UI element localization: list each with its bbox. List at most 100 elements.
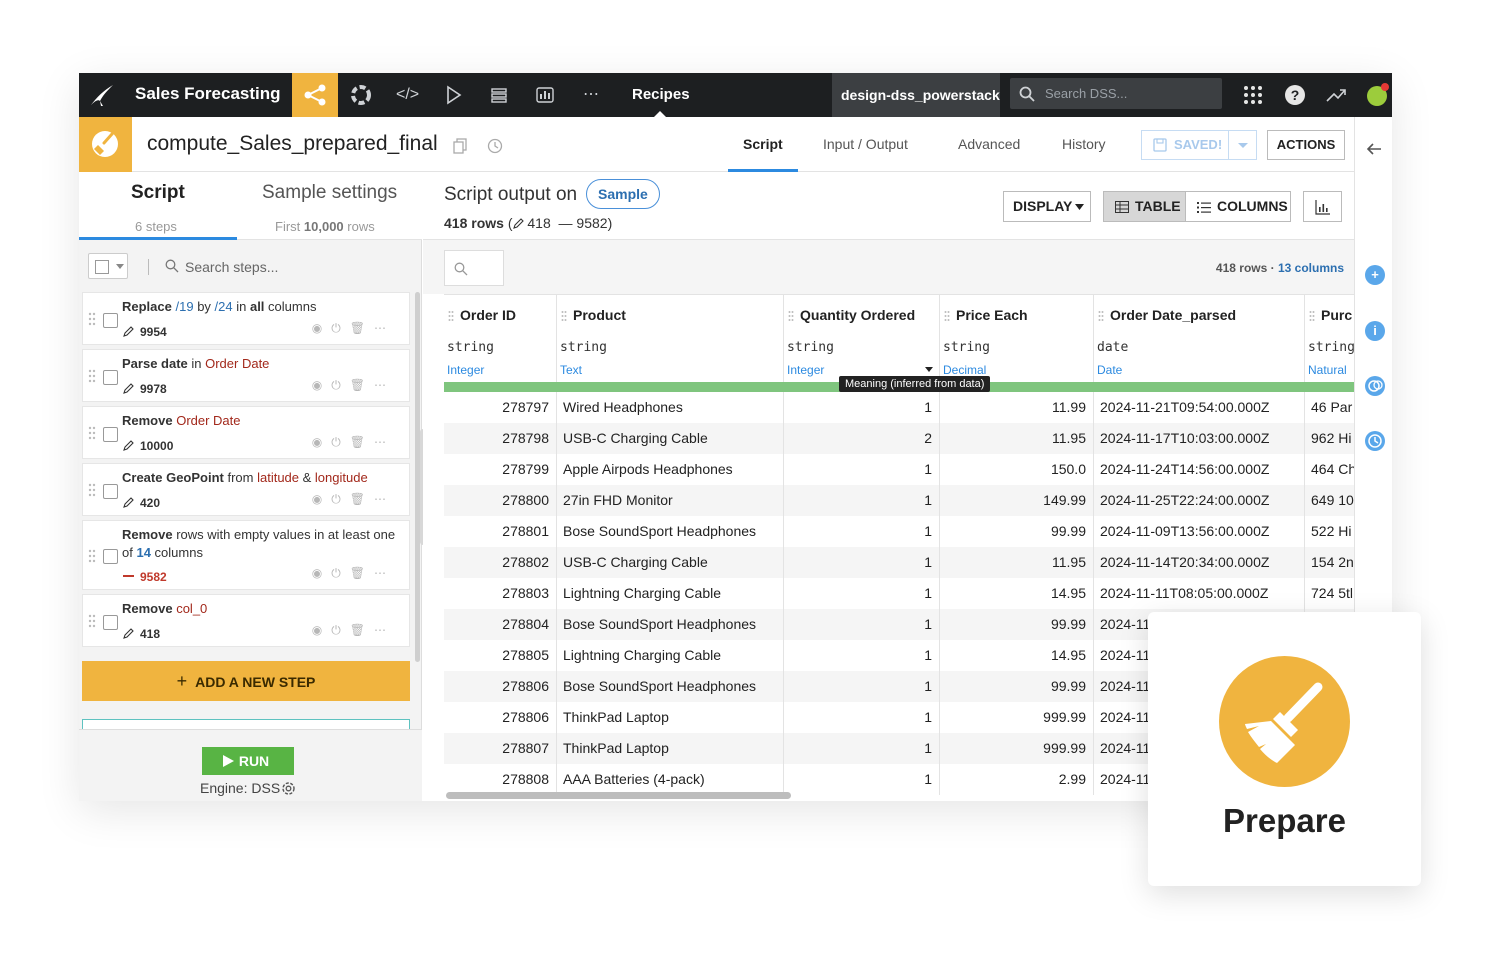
apps-grid-icon[interactable] xyxy=(1242,84,1264,106)
charts-button[interactable] xyxy=(1303,191,1342,222)
table-cell[interactable]: USB-C Charging Cable xyxy=(557,547,784,578)
step-remove-empty-rows[interactable]: Remove rows with empty values in at leas… xyxy=(82,520,410,590)
table-cell[interactable]: 150.0 xyxy=(940,454,1094,485)
table-row[interactable]: 278797 Wired Headphones 1 11.99 2024-11-21T0… xyxy=(444,392,1354,423)
column-storage-type[interactable]: string xyxy=(447,340,494,355)
table-cell[interactable]: USB-C Charging Cable xyxy=(557,423,784,454)
step-checkbox[interactable] xyxy=(103,427,118,442)
display-dropdown[interactable]: DISPLAY xyxy=(1003,191,1091,222)
drag-handle-icon[interactable] xyxy=(88,312,96,326)
copy-icon[interactable] xyxy=(453,138,467,154)
step-actions[interactable]: ◉⏻🗑⋯ xyxy=(312,435,395,450)
table-cell[interactable]: 2.99 xyxy=(940,764,1094,795)
tab-history[interactable]: History xyxy=(1062,136,1106,152)
table-row[interactable]: 278802 USB-C Charging Cable 1 11.95 2024-11-… xyxy=(444,547,1354,578)
table-cell[interactable]: 11.95 xyxy=(940,423,1094,454)
horizontal-scrollbar[interactable] xyxy=(446,792,791,799)
drag-handle-icon[interactable] xyxy=(88,369,96,383)
column-header-product[interactable]: Product string Text xyxy=(557,295,784,382)
drag-handle-icon[interactable] xyxy=(788,310,794,322)
table-cell[interactable]: 2024-11-09T13:56:00.000Z xyxy=(1094,516,1305,547)
table-cell[interactable]: 1 xyxy=(784,609,940,640)
column-storage-type[interactable]: string xyxy=(943,340,990,355)
table-cell[interactable]: 46 Par xyxy=(1305,392,1354,423)
table-cell[interactable]: 649 10 xyxy=(1305,485,1354,516)
arrow-left-icon[interactable] xyxy=(1366,142,1382,156)
more-horizontal-icon[interactable]: ⋯ xyxy=(580,84,602,106)
table-cell[interactable]: 99.99 xyxy=(940,671,1094,702)
table-cell[interactable]: 278801 xyxy=(444,516,557,547)
lifesaver-icon[interactable] xyxy=(350,84,372,106)
step-actions[interactable]: ◉⏻🗑⋯ xyxy=(312,623,395,638)
step-checkbox[interactable] xyxy=(103,370,118,385)
column-storage-type[interactable]: string xyxy=(787,340,834,355)
table-row[interactable]: 278800 27in FHD Monitor 1 149.99 2024-11-25T… xyxy=(444,485,1354,516)
table-cell[interactable]: 1 xyxy=(784,733,940,764)
table-cell[interactable]: 1 xyxy=(784,516,940,547)
tab-input-output[interactable]: Input / Output xyxy=(823,136,908,152)
table-cell[interactable]: Wired Headphones xyxy=(557,392,784,423)
table-row[interactable]: 278798 USB-C Charging Cable 2 11.95 2024-11-… xyxy=(444,423,1354,454)
step-remove-order-date[interactable]: Remove Order Date 10000 ◉⏻🗑⋯ xyxy=(82,406,410,459)
code-icon[interactable]: </> xyxy=(396,84,419,106)
dashboard-icon[interactable] xyxy=(534,84,556,106)
table-cell[interactable]: 1 xyxy=(784,764,940,795)
table-cell[interactable]: 2024-11-11T08:05:00.000Z xyxy=(1094,578,1305,609)
step-actions[interactable]: ◉⏻🗑⋯ xyxy=(312,378,395,393)
table-cell[interactable]: 522 Hi xyxy=(1305,516,1354,547)
column-storage-type[interactable]: date xyxy=(1097,340,1128,355)
table-cell[interactable]: 2024-11-25T22:24:00.000Z xyxy=(1094,485,1305,516)
column-header-order-date-parsed[interactable]: Order Date_parsed date Date xyxy=(1094,295,1305,382)
tab-sample-settings[interactable]: Sample settings xyxy=(262,182,397,204)
table-cell[interactable]: 11.95 xyxy=(940,547,1094,578)
add-new-step-button[interactable]: + ADD A NEW STEP xyxy=(82,661,410,701)
step-actions[interactable]: ◉⏻🗑⋯ xyxy=(312,566,395,581)
table-cell[interactable]: ThinkPad Laptop xyxy=(557,702,784,733)
drag-handle-icon[interactable] xyxy=(448,310,454,322)
table-cell[interactable]: 11.99 xyxy=(940,392,1094,423)
step-create-geopoint[interactable]: Create GeoPoint from latitude & longitud… xyxy=(82,463,410,516)
table-search-input[interactable] xyxy=(444,250,504,286)
save-options-dropdown[interactable] xyxy=(1229,130,1257,160)
table-cell[interactable]: 278803 xyxy=(444,578,557,609)
drag-handle-icon[interactable] xyxy=(88,614,96,628)
database-stack-icon[interactable] xyxy=(488,84,510,106)
table-cell[interactable]: 278805 xyxy=(444,640,557,671)
table-cell[interactable]: Bose SoundSport Headphones xyxy=(557,609,784,640)
info-circle-icon[interactable]: i xyxy=(1365,321,1385,341)
user-avatar-icon[interactable] xyxy=(1365,82,1391,108)
drag-handle-icon[interactable] xyxy=(88,483,96,497)
chevron-down-icon[interactable] xyxy=(925,367,933,372)
step-checkbox[interactable] xyxy=(103,549,118,564)
select-all-steps-checkbox[interactable] xyxy=(88,253,128,279)
column-header-order-id[interactable]: Order ID string Integer xyxy=(444,295,557,382)
step-actions[interactable]: ◉⏻🗑⋯ xyxy=(312,492,395,507)
column-header-price-each[interactable]: Price Each string Decimal xyxy=(940,295,1094,382)
column-meaning[interactable]: Text xyxy=(560,363,582,377)
column-storage-type[interactable]: string xyxy=(560,340,607,355)
sample-pill-button[interactable]: Sample xyxy=(586,179,660,209)
table-row[interactable]: 278799 Apple Airpods Headphones 1 150.0 2024… xyxy=(444,454,1354,485)
step-checkbox[interactable] xyxy=(103,313,118,328)
step-parse-date[interactable]: Parse date in Order Date 9978 ◉⏻🗑⋯ xyxy=(82,349,410,402)
gear-icon[interactable] xyxy=(280,780,297,797)
table-cell[interactable]: 2024-11-24T14:56:00.000Z xyxy=(1094,454,1305,485)
column-meaning[interactable]: Integer xyxy=(447,363,484,377)
search-steps-input[interactable]: Search steps... xyxy=(185,259,278,275)
tab-script[interactable]: Script xyxy=(743,136,783,152)
column-header-purchase-address[interactable]: Purc string Natural xyxy=(1305,295,1354,382)
table-cell[interactable]: 154 2n xyxy=(1305,547,1354,578)
drag-handle-icon[interactable] xyxy=(88,426,96,440)
column-meaning[interactable]: Date xyxy=(1097,363,1122,377)
table-cell[interactable]: AAA Batteries (4-pack) xyxy=(557,764,784,795)
table-cell[interactable]: 99.99 xyxy=(940,516,1094,547)
table-row[interactable]: 278803 Lightning Charging Cable 1 14.95 2024… xyxy=(444,578,1354,609)
table-cell[interactable]: 149.99 xyxy=(940,485,1094,516)
table-cell[interactable]: 1 xyxy=(784,547,940,578)
project-name[interactable]: Sales Forecasting xyxy=(135,84,281,104)
current-section-recipes[interactable]: Recipes xyxy=(632,86,690,103)
table-cell[interactable]: 724 5tl xyxy=(1305,578,1354,609)
table-cell[interactable]: 278808 xyxy=(444,764,557,795)
drag-handle-icon[interactable] xyxy=(944,310,950,322)
table-cell[interactable]: 27in FHD Monitor xyxy=(557,485,784,516)
